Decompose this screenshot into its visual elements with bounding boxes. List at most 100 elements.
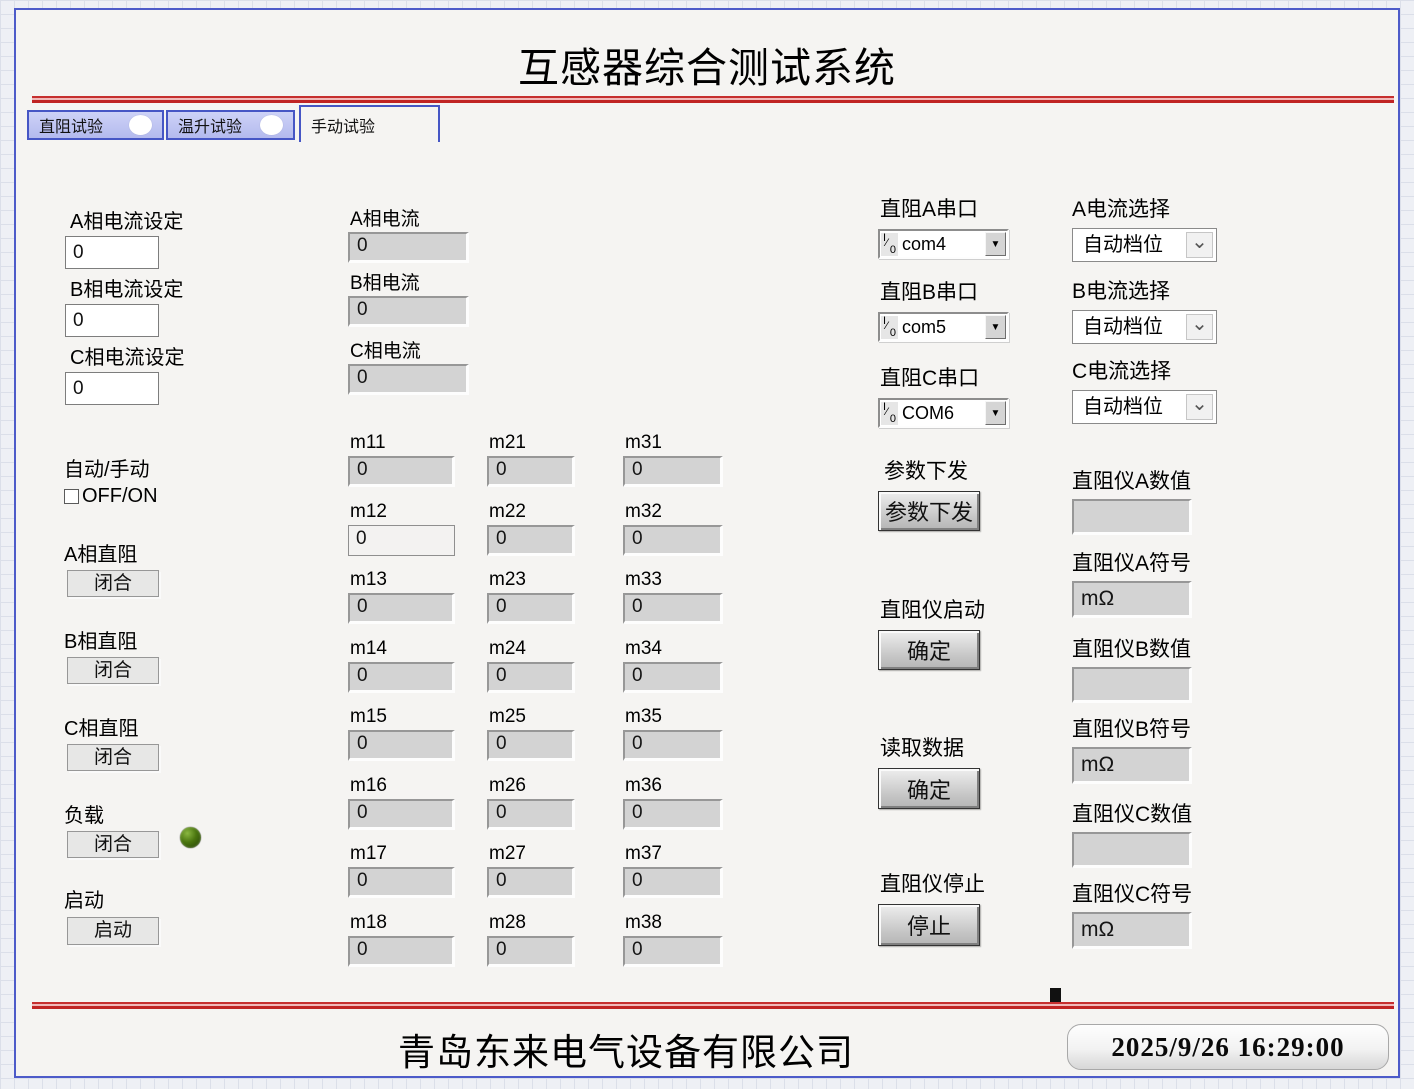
- matrix-cell-label: m28: [489, 912, 575, 934]
- dropdown-arrow-icon[interactable]: ▼: [985, 401, 1006, 425]
- phase-b-close-button[interactable]: 闭合: [67, 657, 159, 684]
- dropdown-arrow-icon[interactable]: ▼: [985, 232, 1006, 256]
- matrix-cell-display: 0: [487, 662, 575, 693]
- setpoint-a-input[interactable]: [65, 236, 159, 269]
- start-button[interactable]: 启动: [67, 917, 159, 945]
- current-c-display: 0: [348, 364, 469, 395]
- send-params-button[interactable]: 参数下发: [878, 491, 980, 531]
- phase-b-switch-group: B相直阻 闭合: [64, 625, 159, 684]
- tab-label: 直阻试验: [39, 113, 103, 137]
- matrix-cell: m280: [487, 912, 575, 967]
- serial-a-combo[interactable]: I ⁄ 0 com4 ▼: [878, 229, 1009, 259]
- matrix-cell-label: m36: [625, 775, 723, 797]
- load-led-indicator: [180, 827, 201, 848]
- meter-a-unit-label: 直阻仪A符号: [1072, 547, 1192, 577]
- matrix-cell-label: m12: [350, 501, 455, 523]
- meter-start-confirm-button[interactable]: 确定: [878, 630, 980, 670]
- matrix-cell-display: 0: [487, 936, 575, 967]
- visa-io-icon: I ⁄ 0: [881, 402, 898, 425]
- range-a-label: A电流选择: [1072, 193, 1217, 223]
- dropdown-arrow-icon[interactable]: ▼: [985, 315, 1006, 339]
- matrix-cell: m360: [623, 775, 723, 830]
- serial-b-group: 直阻B串口 I ⁄ 0 com5 ▼: [878, 276, 1009, 342]
- matrix-cell: m150: [348, 706, 455, 761]
- matrix-cell: m120: [348, 501, 455, 556]
- range-c-value: 自动档位: [1083, 396, 1163, 418]
- serial-b-label: 直阻B串口: [880, 276, 1009, 306]
- tab-manual-test[interactable]: 手动试验: [299, 105, 440, 142]
- meter-stop-button[interactable]: 停止: [878, 904, 980, 946]
- matrix-cell-label: m34: [625, 638, 723, 660]
- matrix-cell-display: 0: [623, 730, 723, 761]
- matrix-cell: m110: [348, 432, 455, 487]
- tab-temperature-rise-test[interactable]: 温升试验: [166, 110, 295, 140]
- range-c-select[interactable]: 自动档位 ⌄: [1072, 390, 1217, 424]
- setpoint-c-input[interactable]: [65, 372, 159, 405]
- read-data-group: 读取数据 确定: [878, 732, 980, 809]
- matrix-cell-display: 0: [623, 799, 723, 830]
- start-group: 启动 启动: [64, 884, 159, 945]
- setpoint-b-input[interactable]: [65, 304, 159, 337]
- chevron-down-icon[interactable]: ⌄: [1186, 314, 1213, 340]
- matrix-cell-label: m13: [350, 569, 455, 591]
- matrix-cell-label: m15: [350, 706, 455, 728]
- chevron-down-icon[interactable]: ⌄: [1186, 232, 1213, 258]
- tab-led-indicator: [260, 115, 283, 135]
- matrix-cell: m320: [623, 501, 723, 556]
- meter-c-value-display: [1072, 832, 1192, 868]
- serial-b-value: com5: [898, 317, 985, 338]
- matrix-cell: m250: [487, 706, 575, 761]
- matrix-cell: m380: [623, 912, 723, 967]
- auto-manual-group: 自动/手动 OFF/ON: [64, 453, 158, 508]
- range-b-select[interactable]: 自动档位 ⌄: [1072, 310, 1217, 344]
- matrix-cell-label: m25: [489, 706, 575, 728]
- meter-b-unit-display: mΩ: [1072, 747, 1192, 784]
- matrix-cell-display: 0: [623, 936, 723, 967]
- matrix-cell-display: 0: [348, 730, 455, 761]
- matrix-cell-display: 0: [623, 593, 723, 624]
- matrix-cell-label: m35: [625, 706, 723, 728]
- matrix-cell-label: m24: [489, 638, 575, 660]
- serial-c-label: 直阻C串口: [880, 362, 1009, 392]
- phase-a-close-button[interactable]: 闭合: [67, 570, 159, 597]
- matrix-cell-display: 0: [348, 867, 455, 898]
- tab-dc-resistance-test[interactable]: 直阻试验: [27, 110, 164, 140]
- auto-manual-label: 自动/手动: [64, 453, 158, 482]
- read-data-confirm-button[interactable]: 确定: [878, 768, 980, 809]
- meter-c-unit-label: 直阻仪C符号: [1072, 878, 1192, 908]
- current-a-display: 0: [348, 232, 469, 263]
- range-c-group: C电流选择 自动档位 ⌄: [1072, 355, 1217, 424]
- setpoint-a-group: A相电流设定: [65, 205, 183, 269]
- serial-c-combo[interactable]: I ⁄ 0 COM6 ▼: [878, 398, 1009, 428]
- phase-c-close-button[interactable]: 闭合: [67, 744, 159, 771]
- meter-b-unit-group: 直阻仪B符号 mΩ: [1072, 713, 1192, 784]
- serial-b-combo[interactable]: I ⁄ 0 com5 ▼: [878, 312, 1009, 342]
- matrix-cell-display: 0: [487, 456, 575, 487]
- meter-a-unit-display: mΩ: [1072, 581, 1192, 618]
- visa-io-icon: I ⁄ 0: [881, 233, 898, 256]
- matrix-cell-display: 0: [623, 662, 723, 693]
- matrix-cell-input[interactable]: 0: [348, 525, 455, 556]
- matrix-cell-label: m23: [489, 569, 575, 591]
- chevron-down-icon[interactable]: ⌄: [1186, 394, 1213, 420]
- current-b-label: B相电流: [350, 268, 469, 295]
- phase-c-switch-label: C相直阻: [64, 712, 159, 741]
- tab-label: 温升试验: [178, 113, 242, 137]
- matrix-cell: m330: [623, 569, 723, 624]
- meter-b-value-label: 直阻仪B数值: [1072, 633, 1192, 663]
- matrix-cell-label: m16: [350, 775, 455, 797]
- matrix-cell-display: 0: [487, 593, 575, 624]
- phase-a-switch-label: A相直阻: [64, 538, 159, 567]
- load-close-button[interactable]: 闭合: [67, 831, 159, 858]
- range-b-group: B电流选择 自动档位 ⌄: [1072, 275, 1217, 344]
- range-b-label: B电流选择: [1072, 275, 1217, 305]
- send-params-group: 参数下发 参数下发: [878, 455, 980, 531]
- auto-manual-checkbox[interactable]: [64, 489, 79, 504]
- matrix-cell: m130: [348, 569, 455, 624]
- meter-a-unit-group: 直阻仪A符号 mΩ: [1072, 547, 1192, 618]
- matrix-cell-display: 0: [623, 867, 723, 898]
- matrix-cell-label: m32: [625, 501, 723, 523]
- matrix-column: m210m220m230m240m250m260m270m280: [487, 432, 575, 977]
- tab-label: 手动试验: [311, 113, 375, 137]
- range-a-select[interactable]: 自动档位 ⌄: [1072, 228, 1217, 262]
